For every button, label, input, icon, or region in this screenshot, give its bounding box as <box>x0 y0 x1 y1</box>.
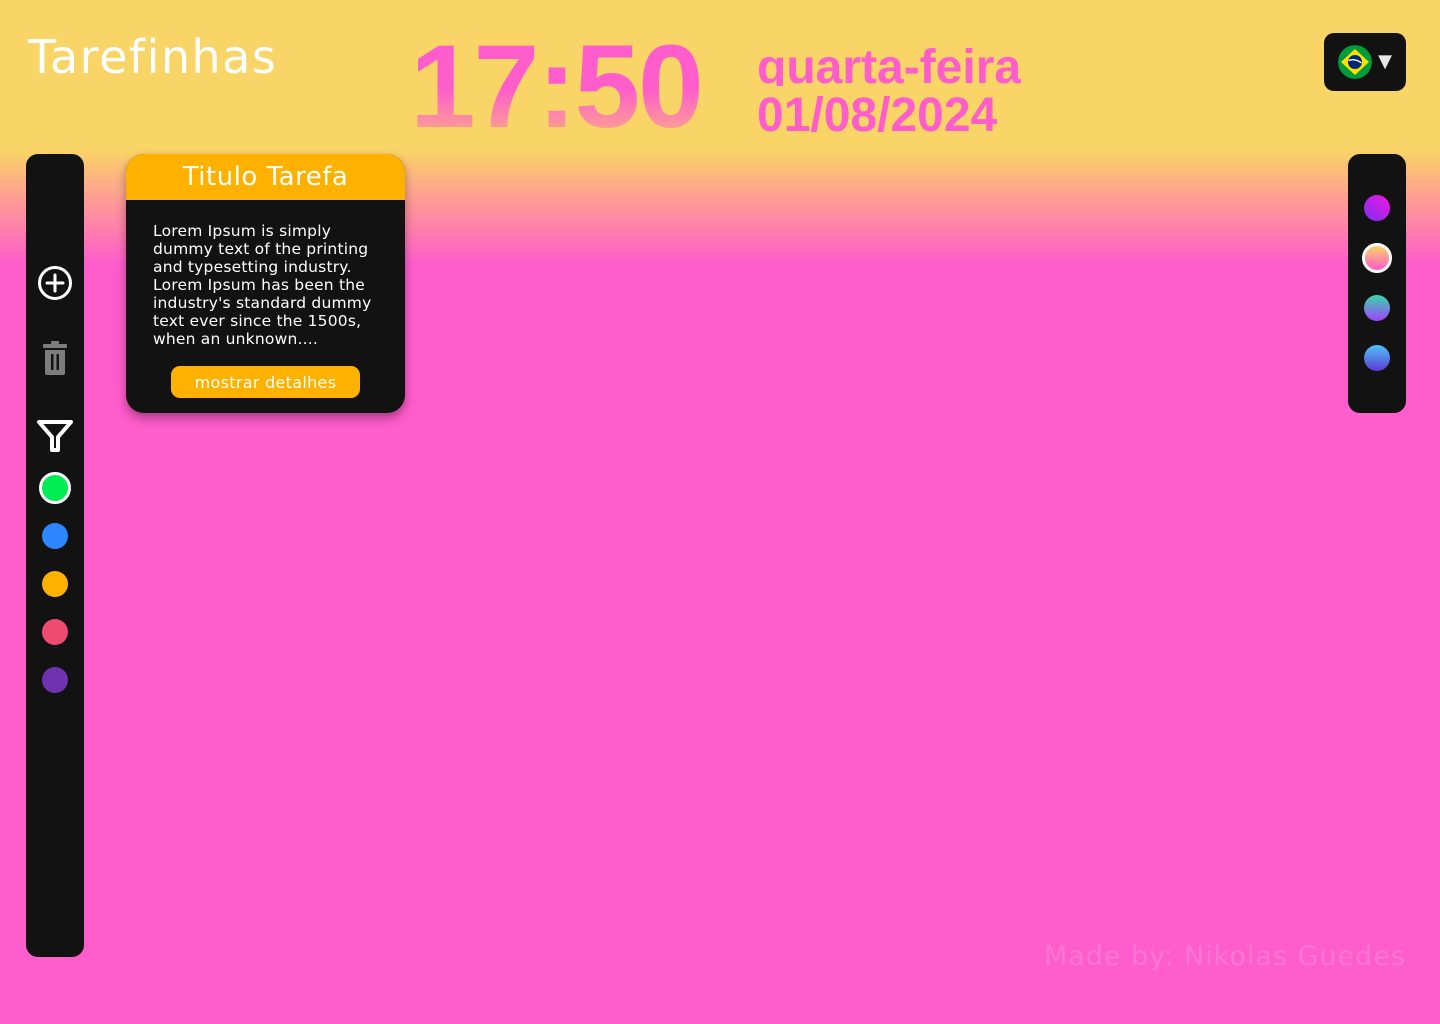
color-filter-red[interactable] <box>42 619 68 645</box>
brazil-flag-icon <box>1338 45 1373 79</box>
weekday-label: quarta-feira <box>757 44 1022 86</box>
clock-time: 17:50 <box>410 28 702 138</box>
chevron-down-icon: ▼ <box>1378 51 1392 72</box>
language-selector-button[interactable]: ▼ <box>1324 33 1406 91</box>
app-title: Tarefinhas <box>28 30 278 84</box>
color-filter-green[interactable] <box>39 472 71 504</box>
task-description: Lorem Ipsum is simply dummy text of the … <box>153 222 372 348</box>
footer-credit: Made by: Nikolas Guedes <box>1043 941 1406 972</box>
color-filter-orange[interactable] <box>42 571 68 597</box>
theme-sidebar <box>1348 154 1406 413</box>
color-filter-blue[interactable] <box>42 523 68 549</box>
add-circle-icon <box>38 266 72 300</box>
color-filter-purple[interactable] <box>42 667 68 693</box>
filter-icon <box>37 420 73 452</box>
delete-task-button[interactable] <box>26 339 84 377</box>
theme-option-purple-magenta[interactable] <box>1364 195 1390 221</box>
date-label: 01/08/2024 <box>757 89 998 142</box>
filter-button[interactable] <box>26 418 84 454</box>
add-task-button[interactable] <box>26 265 84 301</box>
date-display: quarta-feira 01/08/2024 <box>757 44 1021 140</box>
trash-icon <box>43 341 67 375</box>
theme-option-teal-violet[interactable] <box>1364 295 1390 321</box>
left-sidebar <box>26 154 84 957</box>
show-details-button[interactable]: mostrar detalhes <box>171 366 360 398</box>
theme-option-yellow-pink[interactable] <box>1362 243 1392 273</box>
task-card[interactable]: Titulo Tarefa Lorem Ipsum is simply dumm… <box>126 154 405 413</box>
task-title: Titulo Tarefa <box>126 154 405 200</box>
theme-option-cyan-indigo[interactable] <box>1364 345 1390 371</box>
